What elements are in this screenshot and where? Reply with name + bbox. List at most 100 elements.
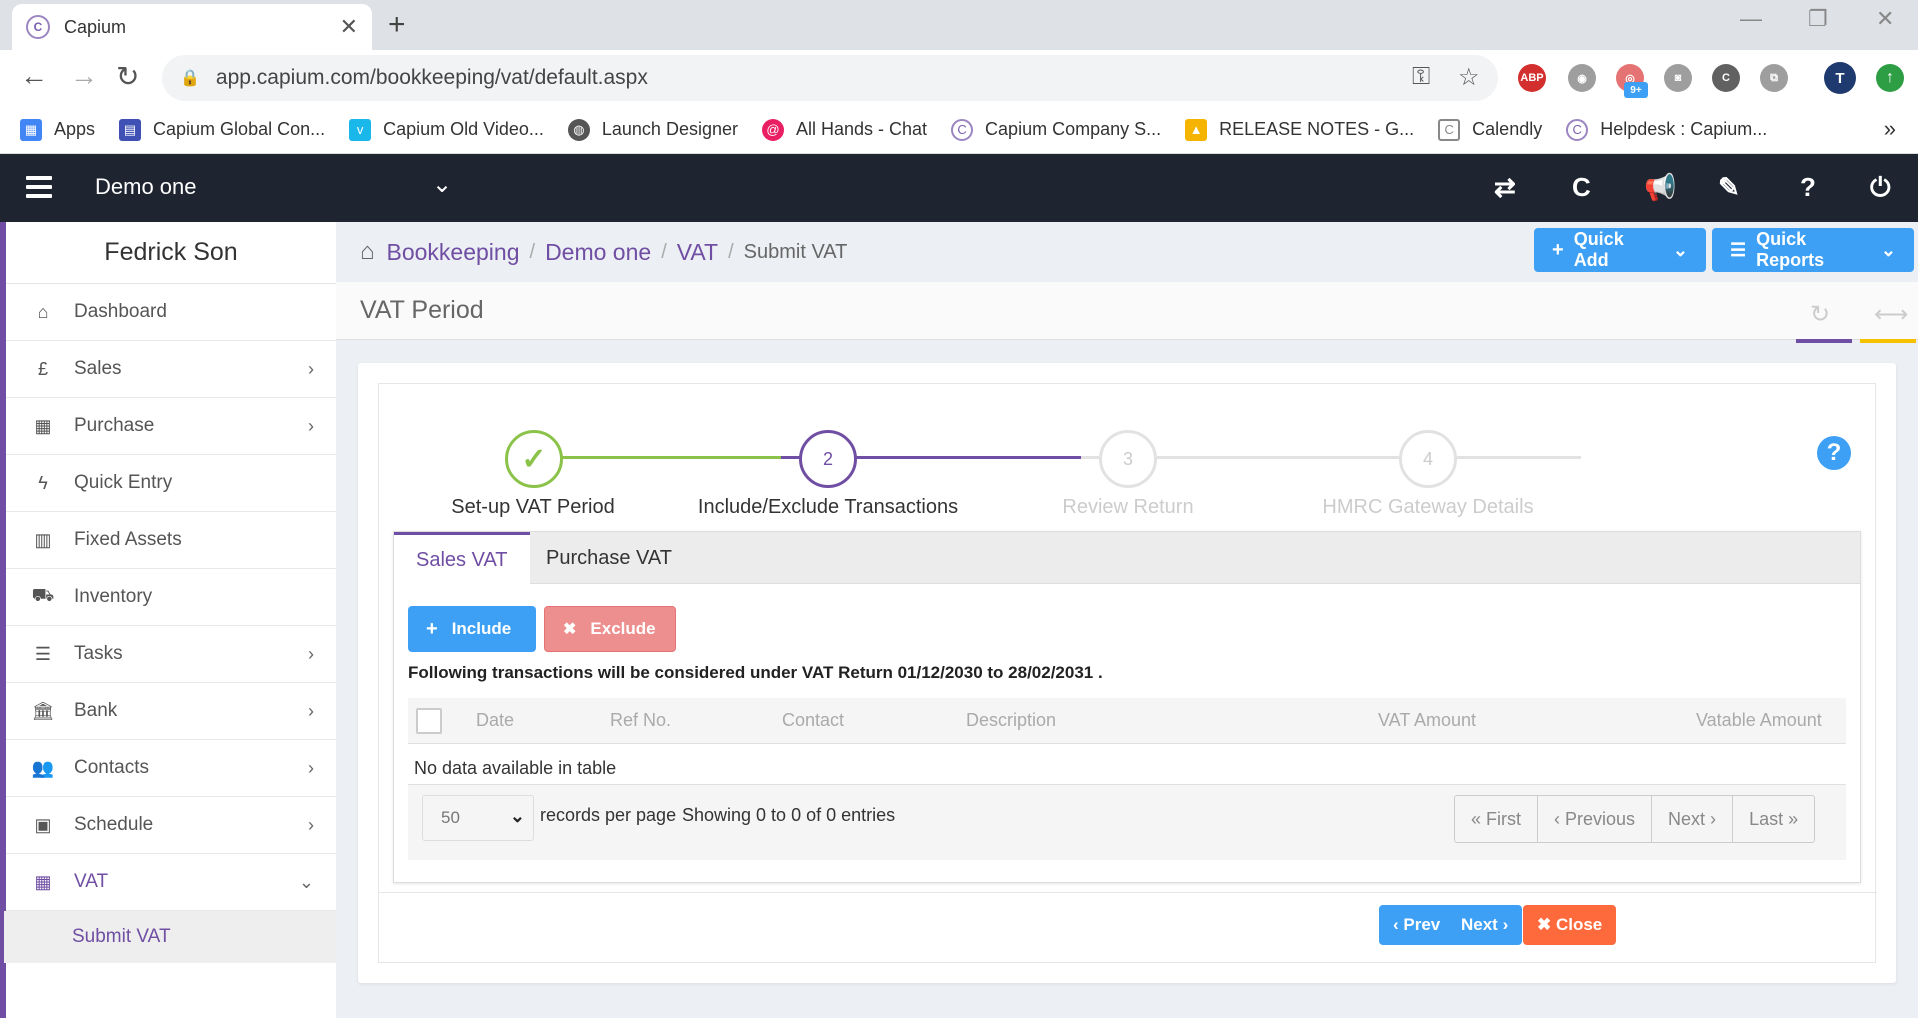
quick-add-button[interactable]: + Quick Add ⌄	[1534, 228, 1706, 272]
megaphone-icon[interactable]: 📢	[1644, 172, 1676, 203]
help-icon[interactable]: ?	[1800, 172, 1816, 203]
tool-underline	[1860, 339, 1916, 343]
sidebar-item-sales[interactable]: £ Sales ›	[6, 341, 336, 398]
close-tab-icon[interactable]: ✕	[340, 14, 358, 40]
more-bookmarks-icon[interactable]: »	[1884, 116, 1896, 142]
copy-icon[interactable]: ⧉	[1760, 64, 1788, 92]
home-icon[interactable]: ⌂	[360, 238, 375, 266]
breadcrumb-bookkeeping[interactable]: Bookkeeping	[387, 239, 520, 266]
apps-grid-icon: ▦	[20, 118, 42, 141]
capium-icon: C	[951, 118, 974, 141]
browser-tab[interactable]: C Capium ✕	[12, 4, 372, 50]
maximize-icon[interactable]: ❐	[1808, 6, 1828, 32]
chevron-right-icon: ›	[308, 701, 314, 721]
update-icon[interactable]: ↑	[1876, 64, 1904, 92]
sidebar-item-bank[interactable]: 🏛 Bank ›	[6, 683, 336, 740]
col-ref-no[interactable]: Ref No.	[610, 710, 671, 731]
pager-previous-button[interactable]: ‹ Previous	[1538, 796, 1653, 842]
drive-icon: ▲	[1185, 118, 1208, 141]
extension-icon[interactable]: ◉	[1568, 64, 1596, 92]
capium-ext-icon[interactable]: C	[1712, 64, 1740, 92]
key-icon[interactable]: ⚿	[1412, 63, 1430, 91]
power-icon[interactable]: ⏻	[1870, 172, 1891, 204]
sidebar-subitem-submit-vat[interactable]: Submit VAT	[0, 911, 336, 963]
refresh-icon[interactable]: ↻	[1810, 300, 1830, 329]
star-icon[interactable]: ☆	[1458, 63, 1480, 92]
calendar-icon: ▣	[34, 814, 52, 835]
ticket-icon[interactable]: ✎	[1718, 172, 1740, 203]
bookmark-calendly[interactable]: C Calendly	[1438, 118, 1542, 141]
bookmark-helpdesk[interactable]: C Helpdesk : Capium...	[1566, 118, 1767, 141]
step-1-done-check-icon[interactable]: ✓	[505, 430, 563, 488]
user-name: Fedrick Son	[6, 222, 336, 284]
adblock-icon[interactable]: ABP	[1518, 64, 1546, 92]
include-label: Include	[451, 619, 512, 638]
minimize-icon[interactable]: —	[1740, 6, 1762, 32]
sidebar-item-contacts[interactable]: 👥 Contacts ›	[6, 740, 336, 797]
col-date[interactable]: Date	[476, 710, 514, 731]
sidebar-item-schedule[interactable]: ▣ Schedule ›	[6, 797, 336, 854]
pager-next-button[interactable]: Next ›	[1652, 796, 1734, 842]
help-icon[interactable]: ?	[1817, 436, 1851, 470]
new-tab-icon[interactable]: +	[388, 8, 406, 42]
back-icon[interactable]: ←	[20, 60, 48, 92]
close-window-icon[interactable]: ✕	[1876, 6, 1894, 32]
quick-add-label: Quick Add	[1573, 229, 1624, 270]
step-3-circle[interactable]: 3	[1099, 430, 1157, 488]
quick-reports-button[interactable]: ☰ Quick Reports ⌄	[1712, 228, 1914, 272]
url-input[interactable]: 🔒 app.capium.com/bookkeeping/vat/default…	[162, 55, 1498, 101]
avatar[interactable]: T	[1824, 62, 1856, 94]
col-vat-amount[interactable]: VAT Amount	[1378, 710, 1476, 731]
select-all-checkbox[interactable]	[416, 708, 442, 734]
expand-icon[interactable]: ⟷	[1874, 300, 1908, 329]
building-icon: ▥	[34, 529, 52, 550]
capium-logo-icon[interactable]: C	[1572, 172, 1591, 203]
reload-icon[interactable]: ↻	[116, 60, 139, 93]
sidebar-item-tasks[interactable]: ☰ Tasks ›	[6, 626, 336, 683]
plus-icon: +	[1552, 238, 1564, 261]
bookmark-launch-designer[interactable]: ◍ Launch Designer	[567, 118, 738, 141]
bookmark-apps[interactable]: ▦ Apps	[20, 118, 95, 141]
step-4-circle[interactable]: 4	[1399, 430, 1457, 488]
camera-icon[interactable]: ◙	[1664, 64, 1692, 92]
col-contact[interactable]: Contact	[782, 710, 844, 731]
chevron-down-icon[interactable]: ⌄	[432, 170, 452, 199]
sidebar-item-quick-entry[interactable]: ϟ Quick Entry	[6, 455, 336, 512]
sidebar-item-fixed-assets[interactable]: ▥ Fixed Assets	[6, 512, 336, 569]
vat-tabs-panel: Sales VAT Purchase VAT + Include ✖ Exclu…	[393, 531, 1861, 883]
company-name: Demo one	[95, 174, 197, 199]
include-button[interactable]: + Include	[408, 606, 536, 652]
breadcrumb-company[interactable]: Demo one	[545, 239, 651, 266]
page-icon: ▤	[119, 118, 142, 141]
chevron-down-icon: ⌄	[509, 806, 525, 826]
bookmark-label: Capium Company S...	[985, 119, 1162, 139]
sidebar-item-dashboard[interactable]: ⌂ Dashboard	[6, 284, 336, 341]
close-button[interactable]: ✖ Close	[1523, 905, 1617, 945]
step-2-circle[interactable]: 2	[799, 430, 857, 488]
sidebar-item-vat[interactable]: ▦ VAT ⌄	[6, 854, 336, 911]
pager-last-button[interactable]: Last »	[1733, 796, 1814, 842]
bookmark-release-notes[interactable]: ▲ RELEASE NOTES - G...	[1185, 118, 1414, 141]
menu-icon[interactable]	[26, 176, 52, 203]
per-page-select[interactable]: 50 ⌄	[422, 795, 534, 841]
switch-icon[interactable]: ⇄	[1494, 172, 1516, 203]
sidebar-item-label: Fixed Assets	[74, 529, 182, 550]
empty-table-message: No data available in table	[414, 758, 617, 778]
exclude-button[interactable]: ✖ Exclude	[544, 606, 676, 652]
col-vatable-amount[interactable]: Vatable Amount	[1696, 710, 1822, 731]
tab-purchase-vat[interactable]: Purchase VAT	[524, 532, 694, 584]
bookmark-capium-global[interactable]: ▤ Capium Global Con...	[119, 118, 325, 141]
prev-button[interactable]: ‹ Prev	[1379, 905, 1455, 945]
sidebar-item-purchase[interactable]: ▦ Purchase ›	[6, 398, 336, 455]
bookmark-capium-video[interactable]: v Capium Old Video...	[349, 118, 544, 141]
pager-first-button[interactable]: « First	[1455, 796, 1539, 842]
bookmark-capium-company[interactable]: C Capium Company S...	[951, 118, 1162, 141]
forward-icon[interactable]: →	[70, 60, 98, 92]
sidebar-item-inventory[interactable]: ⛟ Inventory	[6, 569, 336, 626]
tab-sales-vat[interactable]: Sales VAT	[394, 532, 530, 585]
col-description[interactable]: Description	[966, 710, 1056, 731]
breadcrumb-vat[interactable]: VAT	[677, 239, 718, 266]
bookmark-all-hands[interactable]: @ All Hands - Chat	[761, 118, 927, 141]
next-button[interactable]: Next ›	[1447, 905, 1523, 945]
extension-badge: 9+	[1624, 82, 1648, 98]
